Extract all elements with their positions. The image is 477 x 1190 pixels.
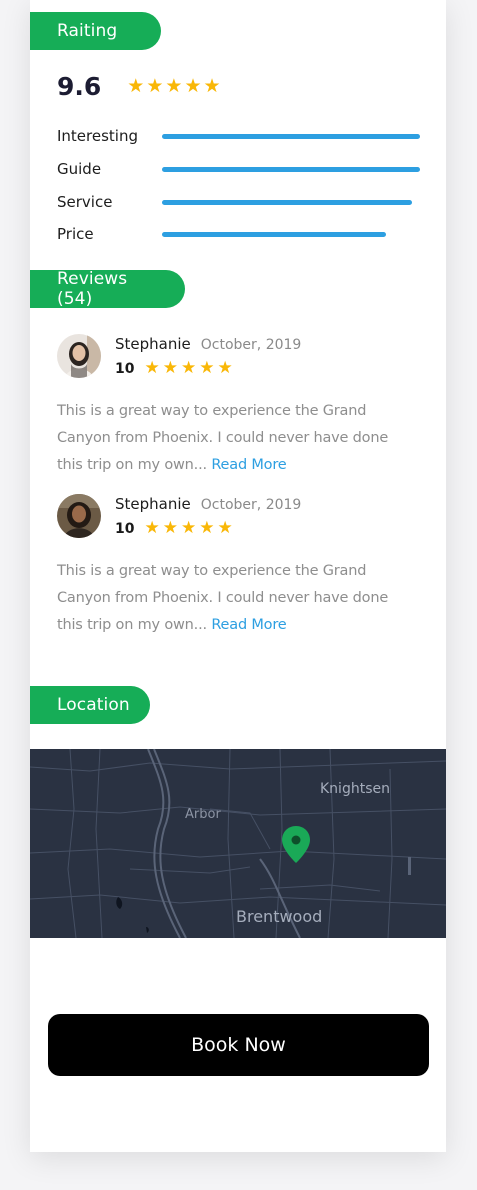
metric-label: Interesting	[57, 127, 138, 145]
review-score: 10	[115, 520, 135, 537]
metric-bar	[162, 199, 420, 205]
map-canvas: Knightsen Arbor Brentwood	[30, 749, 446, 938]
map-label-knightsen: Knightsen	[320, 781, 390, 797]
review-text: This is a great way to experience the Gr…	[57, 558, 417, 639]
metric-label: Guide	[57, 160, 102, 178]
location-section-header: Location	[30, 686, 150, 724]
metric-bar	[162, 133, 420, 139]
metric-bar	[162, 166, 420, 172]
star-icon: ★	[199, 518, 215, 538]
reviews-header-label: Reviews (54)	[57, 269, 128, 309]
review-stars: ★ ★ ★ ★ ★	[144, 360, 235, 377]
location-header-label: Location	[57, 695, 130, 715]
metric-interesting: Interesting	[57, 124, 427, 148]
reviewer-name[interactable]: Stephanie	[115, 495, 191, 513]
review-date: October, 2019	[200, 497, 302, 513]
metric-label: Service	[57, 193, 113, 211]
review-stars: ★ ★ ★ ★ ★	[144, 520, 235, 537]
map-label-brentwood: Brentwood	[236, 907, 322, 926]
metric-bar	[162, 231, 420, 237]
overall-score-row: 9.6 ★ ★ ★ ★ ★	[57, 72, 223, 101]
star-icon: ★	[144, 358, 160, 378]
review-score: 10	[115, 360, 135, 377]
star-icon: ★	[217, 518, 233, 538]
review-header: Stephanie October, 2019	[115, 495, 301, 513]
star-icon: ★	[162, 518, 178, 538]
star-icon: ★	[127, 75, 145, 97]
review-score-row: 10 ★ ★ ★ ★ ★	[115, 520, 236, 537]
star-icon: ★	[144, 518, 160, 538]
overall-score: 9.6	[57, 72, 102, 101]
map-label-arbor: Arbor	[185, 807, 221, 822]
overall-stars: ★ ★ ★ ★ ★	[127, 77, 222, 96]
metric-price: Price	[57, 222, 427, 246]
review-date: October, 2019	[200, 337, 302, 353]
star-icon: ★	[165, 75, 183, 97]
read-more-link[interactable]: Read More	[211, 457, 286, 473]
star-icon: ★	[180, 518, 197, 538]
star-icon: ★	[203, 75, 221, 97]
star-icon: ★	[217, 358, 233, 378]
tour-details-card: Raiting 9.6 ★ ★ ★ ★ ★ Interesting Guide …	[30, 0, 446, 1152]
star-icon: ★	[199, 358, 215, 378]
location-map[interactable]: Knightsen Arbor Brentwood	[30, 749, 446, 938]
metric-guide: Guide	[57, 157, 427, 181]
review-score-row: 10 ★ ★ ★ ★ ★	[115, 360, 236, 377]
avatar[interactable]	[57, 494, 101, 538]
review-text: This is a great way to experience the Gr…	[57, 398, 417, 479]
rating-section-header: Raiting	[30, 12, 161, 50]
reviewer-name[interactable]: Stephanie	[115, 335, 191, 353]
star-icon: ★	[184, 75, 202, 97]
avatar[interactable]	[57, 334, 101, 378]
review-header: Stephanie October, 2019	[115, 335, 301, 353]
star-icon: ★	[180, 358, 197, 378]
rating-header-label: Raiting	[57, 21, 118, 41]
star-icon: ★	[162, 358, 178, 378]
read-more-link[interactable]: Read More	[211, 617, 286, 633]
star-icon: ★	[146, 75, 164, 97]
book-now-button[interactable]: Book Now	[48, 1014, 429, 1076]
reviews-section-header: Reviews (54)	[30, 269, 185, 309]
metric-service: Service	[57, 190, 427, 214]
metric-label: Price	[57, 225, 94, 243]
